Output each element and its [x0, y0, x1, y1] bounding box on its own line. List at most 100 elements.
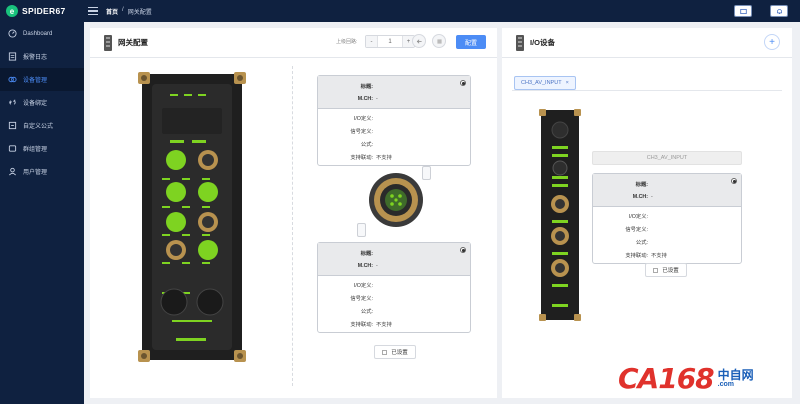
mch-label: M.CH: — [357, 95, 373, 102]
connector-handle-bottom[interactable] — [357, 223, 366, 237]
gateway-config-panel: 网关配置 上级回路: - 1 + 配置 标题: M.CH: - I/O定义: 信… — [90, 28, 497, 398]
tab-label: CH3_AV_INPUT — [521, 80, 562, 86]
radio-selected-icon[interactable] — [460, 247, 466, 253]
formula-icon — [8, 121, 17, 130]
sidebar-item-4[interactable]: 自定义公式 — [0, 114, 84, 137]
io-channel-info-card[interactable]: 标题: M.CH: - I/O定义: 信号定义: 公式: 支持联动: 不支持 — [592, 173, 742, 264]
vertical-divider — [292, 66, 293, 386]
linkage-label: 支持联动: — [350, 154, 373, 161]
io-def-label: I/O定义: — [628, 213, 648, 220]
linkage-value: 不支持 — [376, 154, 392, 161]
checkbox-icon — [653, 267, 659, 273]
m12-connector-image — [369, 173, 423, 227]
mch-value: - — [376, 262, 378, 269]
menu-toggle-icon[interactable] — [88, 7, 98, 15]
signal-def-label: 信号定义: — [625, 226, 648, 233]
window-icon — [739, 8, 747, 14]
signal-def-label: 信号定义: — [350, 128, 373, 135]
user-icon — [9, 167, 16, 176]
brand-logo-icon: e — [6, 5, 18, 17]
linkage-value: 不支持 — [376, 321, 392, 328]
link-icon — [9, 99, 16, 105]
top-notify-button[interactable] — [770, 5, 788, 17]
stepper-value[interactable]: 1 — [377, 36, 403, 47]
bell-icon — [776, 8, 782, 14]
stepper-minus-button[interactable]: - — [366, 36, 377, 47]
panel-title: I/O设备 — [530, 38, 556, 47]
sidebar-item-label: 群组管理 — [23, 147, 48, 153]
formula-label: 公式: — [635, 239, 648, 246]
sidebar: e SPIDER67 Dashboard 报警日志设备管理设备绑定自定义公式群组管… — [0, 0, 84, 404]
configure-button[interactable]: 配置 — [456, 35, 486, 49]
mch-value: - — [376, 95, 378, 102]
mch-label: M.CH: — [632, 193, 648, 200]
radio-selected-icon[interactable] — [460, 80, 466, 86]
sidebar-item-label: Dashboard — [23, 30, 53, 37]
sidebar-item-2[interactable]: 设备管理 — [0, 68, 84, 91]
panel-title: 网关配置 — [118, 38, 148, 47]
set-button-label: 已设置 — [662, 268, 679, 274]
linkage-value: 不支持 — [651, 252, 667, 259]
signal-def-label: 信号定义: — [350, 295, 373, 302]
device-icon — [8, 76, 17, 83]
sidebar-item-0[interactable]: Dashboard — [0, 22, 84, 45]
channel-info-card-top[interactable]: 标题: M.CH: - I/O定义: 信号定义: 公式: 支持联动: 不支持 — [317, 75, 471, 166]
log-icon — [8, 52, 17, 61]
breadcrumb-home[interactable]: 首页 — [106, 7, 118, 16]
title-label: 标题: — [360, 83, 373, 90]
io-device-panel: I/O设备 + CH3_AV_INPUT × CH3_AV_INPUT 标题: … — [502, 28, 792, 398]
grid-button[interactable] — [432, 34, 446, 48]
watermark-cn: 中自网 — [717, 368, 754, 382]
set-button-right[interactable]: 已设置 — [645, 263, 687, 277]
sidebar-item-label: 自定义公式 — [23, 124, 54, 130]
sidebar-item-label: 设备绑定 — [23, 101, 48, 107]
sidebar-item-6[interactable]: 用户管理 — [0, 160, 84, 183]
formula-label: 公式: — [360, 308, 373, 315]
mch-label: M.CH: — [357, 262, 373, 269]
checkbox-icon — [382, 349, 388, 355]
io-device-header: I/O设备 + — [502, 28, 792, 58]
loop-stepper[interactable]: - 1 + — [365, 35, 415, 48]
grid-icon — [436, 38, 442, 44]
mch-value: - — [651, 193, 653, 200]
sidebar-item-label: 设备管理 — [23, 78, 48, 84]
group-icon — [8, 145, 17, 152]
top-window-button[interactable] — [734, 5, 752, 17]
io-def-label: I/O定义: — [353, 115, 373, 122]
sidebar-item-5[interactable]: 群组管理 — [0, 137, 84, 160]
breadcrumb-current: 网关配置 — [127, 9, 152, 16]
channel-info-card-bottom[interactable]: 标题: M.CH: - I/O定义: 信号定义: 公式: 支持联动: 不支持 — [317, 242, 471, 333]
breadcrumb-separator: / — [122, 6, 124, 13]
add-device-button[interactable]: + — [764, 34, 780, 50]
gateway-config-header: 网关配置 上级回路: - 1 + 配置 — [90, 28, 497, 58]
tab-ch3-av-input[interactable]: CH3_AV_INPUT × — [514, 76, 576, 90]
gauge-icon — [8, 29, 17, 38]
sidebar-item-label: 用户管理 — [23, 170, 48, 176]
io-device-image[interactable] — [538, 108, 582, 322]
title-label: 标题: — [360, 250, 373, 257]
set-button-left[interactable]: 已设置 — [374, 345, 416, 359]
channel-name-field[interactable]: CH3_AV_INPUT — [592, 151, 742, 165]
device-icon — [104, 34, 112, 51]
radio-selected-icon[interactable] — [731, 178, 737, 184]
io-module-image[interactable] — [136, 70, 248, 364]
sidebar-item-label: 报警日志 — [23, 55, 48, 61]
topbar: 首页 / 网关配置 — [84, 0, 800, 22]
device-icon — [516, 34, 524, 51]
linkage-label: 支持联动: — [625, 252, 648, 259]
breadcrumb: 首页 / 网关配置 — [106, 7, 152, 16]
formula-label: 公式: — [360, 141, 373, 148]
linkage-label: 支持联动: — [350, 321, 373, 328]
loop-label: 上级回路: — [336, 39, 358, 45]
brand[interactable]: e SPIDER67 — [0, 0, 84, 22]
brand-name: SPIDER67 — [22, 6, 66, 16]
watermark-logo: CA168 中自网 .com — [618, 362, 754, 395]
tab-underline — [512, 90, 782, 91]
sidebar-item-3[interactable]: 设备绑定 — [0, 91, 84, 114]
sidebar-item-1[interactable]: 报警日志 — [0, 45, 84, 68]
io-def-label: I/O定义: — [353, 282, 373, 289]
title-label: 标题: — [635, 181, 648, 188]
close-icon[interactable]: × — [566, 80, 569, 86]
watermark-url: .com — [717, 381, 735, 388]
back-button[interactable] — [412, 34, 426, 48]
